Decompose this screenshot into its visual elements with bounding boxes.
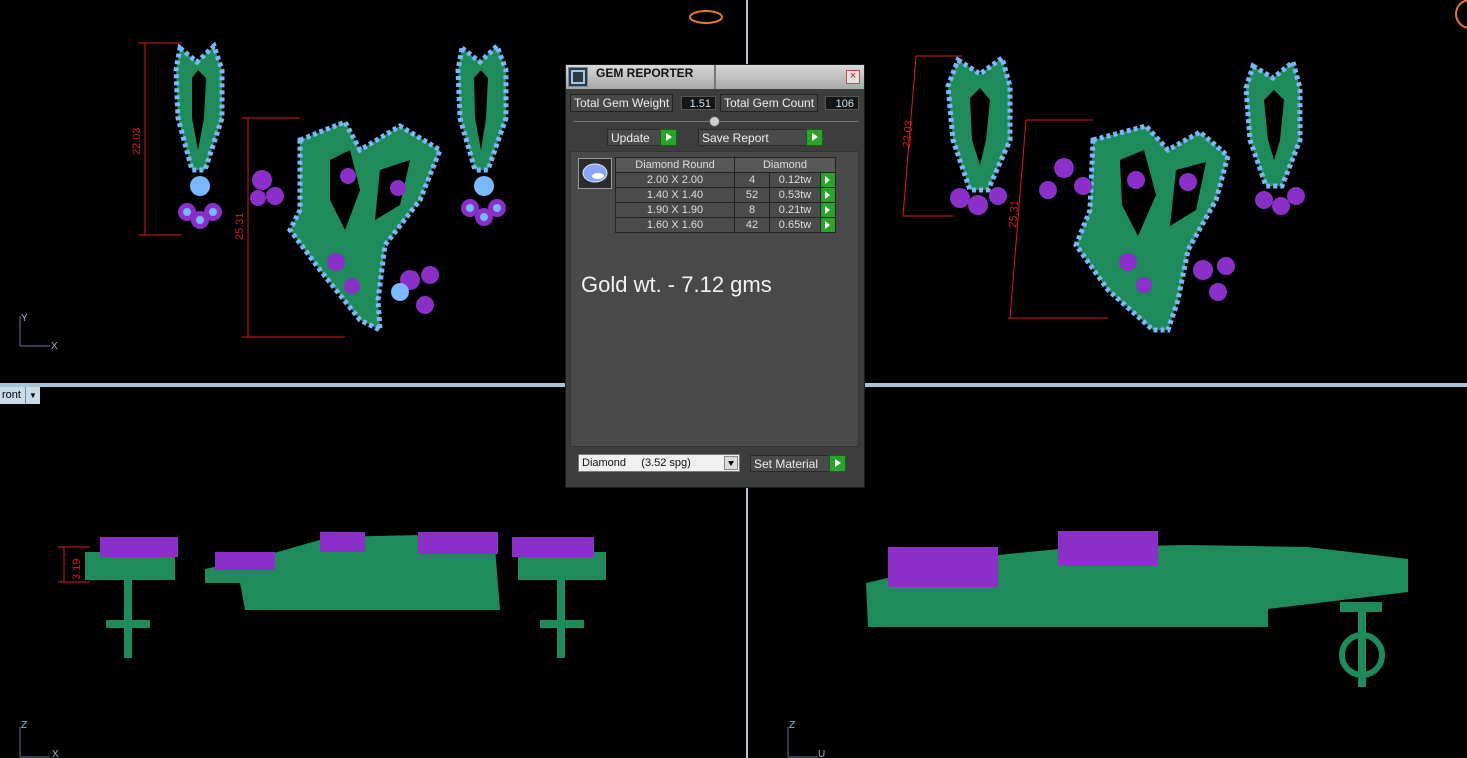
axis-icon <box>19 727 50 758</box>
axis-label-y: Y <box>21 313 28 324</box>
earring-left-model <box>945 53 1013 215</box>
earring-right-model <box>512 537 606 658</box>
axis-label-x: X <box>52 749 59 758</box>
gold-weight-note: Gold wt. - 7.12 gms <box>581 272 772 297</box>
pendant-model <box>205 532 500 610</box>
update-button[interactable]: Update <box>607 129 677 146</box>
gem-count: 42 <box>734 217 770 233</box>
pendant-model <box>1039 123 1235 333</box>
view-name-dropdown[interactable]: ront ▼ <box>0 387 40 404</box>
dialog-title: GEM REPORTER <box>596 66 694 80</box>
diamond-round-icon <box>578 158 612 189</box>
earring-right-model <box>455 41 509 226</box>
row-play-arrow-icon[interactable] <box>820 172 836 188</box>
set-material-button-label: Set Material <box>754 457 819 471</box>
set-material-button[interactable]: Set Material <box>750 455 846 472</box>
play-arrow-icon <box>806 129 823 146</box>
dimension-label: 3.19 <box>71 559 83 580</box>
row-play-arrow-icon[interactable] <box>820 217 836 233</box>
gem-weight: 0.12tw <box>769 172 821 188</box>
gem-reporter-icon <box>568 67 588 87</box>
total-gem-weight-value: 1.51 <box>681 96 716 110</box>
viewcube-icon[interactable] <box>689 10 723 24</box>
dimension-label: 25.31 <box>234 212 246 240</box>
gem-size: 2.00 X 2.00 <box>615 172 735 188</box>
save-report-button[interactable]: Save Report <box>698 129 823 146</box>
axis-label-z: Z <box>21 720 27 731</box>
update-button-label: Update <box>611 131 650 145</box>
gem-report-panel: Diamond Round Diamond 2.00 X 2.00 4 0.12… <box>570 151 859 447</box>
gem-table: Diamond Round Diamond 2.00 X 2.00 4 0.12… <box>615 157 836 233</box>
column-header-shape: Diamond Round <box>615 157 735 173</box>
table-row[interactable]: 2.00 X 2.00 4 0.12tw <box>615 172 836 188</box>
axis-label-z: Z <box>789 720 795 731</box>
dimension-label: 25.31 <box>1007 200 1021 228</box>
row-play-arrow-icon[interactable] <box>820 187 836 203</box>
dialog-titlebar[interactable]: GEM REPORTER × <box>566 65 864 89</box>
column-header-material: Diamond <box>734 157 836 173</box>
splitter-handle[interactable] <box>709 116 720 127</box>
jewelry-side-model <box>866 531 1408 687</box>
gem-count: 4 <box>734 172 770 188</box>
play-arrow-icon <box>829 455 846 472</box>
gem-weight: 0.21tw <box>769 202 821 218</box>
material-select[interactable]: Diamond (3.52 spg) <box>578 454 740 472</box>
axis-label-u: U <box>818 749 825 758</box>
gem-size: 1.60 X 1.60 <box>615 217 735 233</box>
axis-label-x: X <box>51 341 58 352</box>
table-row[interactable]: 1.40 X 1.40 52 0.53tw <box>615 187 836 203</box>
earring-left-model <box>85 537 178 658</box>
axis-icon <box>787 727 818 758</box>
pendant-model <box>250 118 444 335</box>
earring-left-model <box>173 41 225 229</box>
gem-count: 8 <box>734 202 770 218</box>
dimension-label: 22.03 <box>901 120 915 148</box>
table-row[interactable]: 1.90 X 1.90 8 0.21tw <box>615 202 836 218</box>
dimension-label: 22.03 <box>131 127 143 155</box>
total-gem-weight-label: Total Gem Weight <box>570 94 674 112</box>
viewcube-icon[interactable] <box>1455 0 1467 29</box>
view-name-label: ront <box>0 387 25 404</box>
chevron-down-icon[interactable] <box>724 456 738 470</box>
total-gem-count-value: 106 <box>825 96 859 110</box>
table-row[interactable]: 1.60 X 1.60 42 0.65tw <box>615 217 836 233</box>
gem-reporter-dialog: GEM REPORTER × Total Gem Weight 1.51 Tot… <box>565 64 865 488</box>
chevron-down-icon[interactable]: ▼ <box>24 387 40 404</box>
save-report-button-label: Save Report <box>702 131 769 145</box>
gem-count: 52 <box>734 187 770 203</box>
row-play-arrow-icon[interactable] <box>820 202 836 218</box>
title-tab-edge <box>714 65 716 89</box>
material-select-value: Diamond (3.52 spg) <box>582 457 691 469</box>
close-icon[interactable]: × <box>846 70 860 84</box>
gem-size: 1.90 X 1.90 <box>615 202 735 218</box>
total-gem-count-label: Total Gem Count <box>720 94 819 112</box>
play-arrow-icon <box>660 129 677 146</box>
earring-right-model <box>1243 57 1305 215</box>
gem-size: 1.40 X 1.40 <box>615 187 735 203</box>
gem-weight: 0.65tw <box>769 217 821 233</box>
gem-weight: 0.53tw <box>769 187 821 203</box>
